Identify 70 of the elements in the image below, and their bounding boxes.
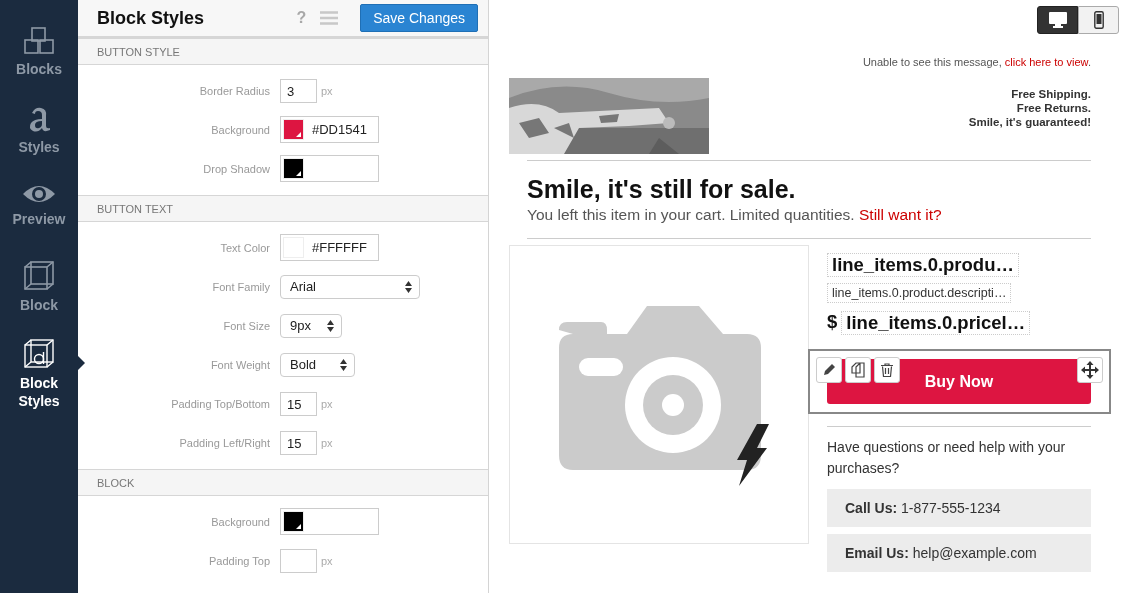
monitor-icon [1048, 12, 1067, 28]
contact-text: Email Us: help@example.com [845, 545, 1037, 561]
sidebar-item[interactable]: Preview [0, 182, 78, 260]
move-handle[interactable] [1077, 357, 1103, 383]
trash-icon [881, 363, 893, 377]
number-field[interactable]: 15 [280, 430, 317, 455]
subline: You left this item in your cart. Limited quantities. Still want it? [527, 206, 943, 224]
color-swatch[interactable] [283, 119, 304, 140]
edit-tool[interactable] [816, 357, 842, 383]
color-field[interactable]: #FFFFFF [280, 234, 379, 261]
sidebar-item[interactable]: Block [0, 260, 78, 338]
unit-label: px [321, 554, 333, 567]
up-down-arrows-icon [405, 280, 412, 293]
currency-symbol: $ [827, 311, 838, 334]
device-toggle[interactable] [1078, 6, 1119, 34]
product-price: line_items.0.pricel… [841, 311, 1031, 335]
product-title: line_items.0.produ… [827, 253, 1019, 277]
section-title: BUTTON TEXT [97, 202, 173, 215]
field-label: Border Radius [198, 84, 271, 97]
field-label: Font Weight [209, 358, 271, 371]
view-notice: Unable to see this message, click here to view. [861, 56, 1091, 68]
sidebar-item[interactable]: Blocks [0, 26, 78, 104]
unit-label: px [321, 436, 333, 449]
view-link[interactable]: click here to view [1004, 56, 1088, 68]
product-description: line_items.0.product.descripti… [827, 283, 1012, 303]
field-label: Padding Top/Bottom [170, 397, 271, 410]
field-label: Font Size [222, 319, 271, 332]
field-label: Background [210, 123, 271, 136]
section-title: BLOCK [97, 476, 135, 489]
up-down-arrows-icon [327, 319, 334, 332]
color-field[interactable]: #DD1541 [280, 116, 379, 143]
headline: Smile, it's still for sale. [527, 175, 797, 204]
unit-label: px [321, 397, 333, 410]
delete-tool[interactable] [874, 357, 900, 383]
number-field[interactable] [280, 548, 317, 573]
pencil-icon [822, 363, 836, 377]
field-label: Font Family [211, 280, 271, 293]
phone-icon [1093, 11, 1104, 29]
color-field[interactable] [280, 508, 379, 535]
still-want-link[interactable]: Still want it? [859, 206, 942, 223]
stacked-cubes-icon [23, 26, 55, 56]
copy-icon [850, 362, 866, 378]
field-label: Padding Top [208, 554, 271, 567]
cube-letter-icon [23, 338, 55, 370]
select-dropdown[interactable]: 9px [280, 313, 342, 338]
tagline: Free Shipping. Free Returns. Smile, it's guaranteed! [968, 87, 1091, 130]
number-field[interactable]: 3 [280, 78, 317, 103]
field-label: Drop Shadow [202, 162, 271, 175]
color-swatch[interactable] [283, 158, 304, 179]
color-swatch[interactable] [283, 511, 304, 532]
sidebar-item[interactable]: Styles [0, 104, 78, 182]
move-icon [1081, 361, 1099, 379]
contact-text: Call Us: 1-877-555-1234 [845, 500, 1001, 516]
unit-label: px [321, 84, 333, 97]
duplicate-tool[interactable] [845, 357, 871, 383]
field-label: Text Color [219, 241, 271, 254]
panel-title: Block Styles [97, 7, 206, 29]
section-title: BUTTON STYLE [97, 45, 180, 58]
up-down-arrows-icon [340, 358, 347, 371]
save-button[interactable]: Save Changes [360, 4, 478, 32]
number-field[interactable]: 15 [280, 391, 317, 416]
device-toggle[interactable] [1037, 6, 1078, 34]
select-dropdown[interactable]: Bold [280, 352, 355, 377]
color-field[interactable] [280, 155, 379, 182]
sidebar-item[interactable]: Block Styles [0, 338, 78, 416]
select-dropdown[interactable]: Arial [280, 274, 420, 299]
help-text: Have questions or need help with your purchases? [827, 438, 1067, 478]
field-label: Padding Left/Right [178, 436, 271, 449]
field-label: Background [210, 515, 271, 528]
cube-icon [23, 260, 55, 292]
